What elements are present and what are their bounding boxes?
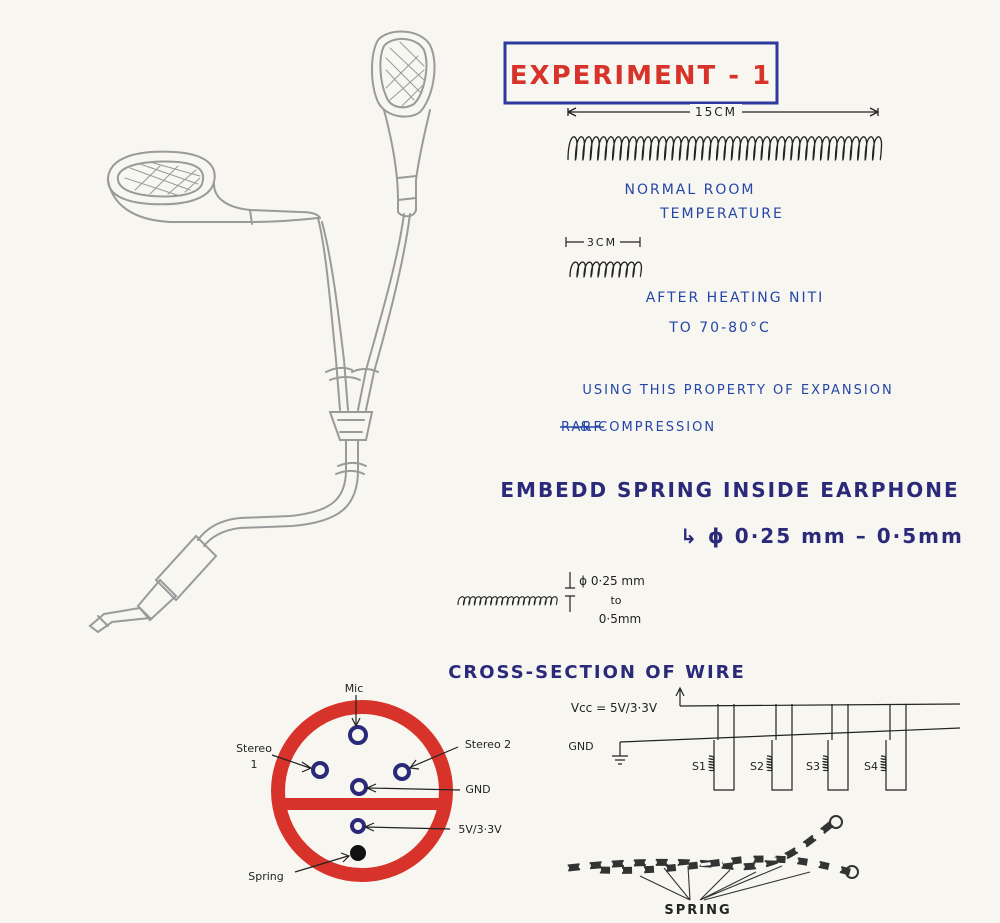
label-power: 5V/3·3V: [458, 823, 502, 836]
normal-temp-line1: Normal Room: [625, 182, 756, 198]
spring-length-label: 15cm: [695, 105, 737, 119]
label-stereo1-line2: 1: [251, 758, 258, 771]
right-earbud-icon: [371, 30, 436, 218]
diameter-note-line3: 0·5mm: [599, 612, 641, 626]
gnd-label: GND: [568, 740, 593, 753]
cross-section-heading: Cross-section of wire: [448, 662, 746, 683]
vcc-label: Vcc = 5V/3·3V: [571, 701, 658, 715]
wire-cross-section: Mic Stereo 1 Stereo 2 GND 5V/3·3V Spring: [236, 682, 511, 883]
spring-conductor: [350, 845, 366, 861]
label-stereo1-line1: Stereo: [236, 742, 272, 755]
earphone-sketch: [88, 30, 436, 634]
left-earbud-icon: [106, 150, 321, 225]
stretched-spring-diagram: 15cm: [567, 104, 883, 161]
switch-2: S2: [750, 704, 793, 791]
switch-3: S3: [806, 704, 849, 791]
thin-spring-coil: [457, 596, 558, 606]
diameter-note-line2: to: [610, 594, 621, 607]
stretched-spring-coil: [567, 136, 883, 161]
vcc-rail: [679, 703, 961, 707]
thin-spring-diagram: ϕ 0·25 mm to 0·5mm: [457, 572, 645, 626]
gnd-conductor: [350, 778, 368, 796]
embed-diameter: ↳ ϕ 0·25 mm – 0·5mm: [680, 524, 964, 548]
audio-jack-icon: [88, 534, 218, 634]
compressed-spring-diagram: 3cm: [565, 235, 643, 278]
after-heating-line1: After Heating NiTi: [646, 290, 825, 306]
power-conductor: [350, 818, 366, 834]
bottom-spring-label: Spring: [664, 903, 731, 918]
label-stereo2: Stereo 2: [465, 738, 511, 751]
switch-label: S4: [864, 760, 878, 773]
embed-heading: Embedd spring inside earphone: [500, 478, 959, 502]
mic-conductor: [348, 725, 368, 745]
diameter-note-line1: ϕ 0·25 mm: [579, 574, 645, 588]
page-title: Experiment - 1: [510, 61, 772, 91]
compressed-spring-coil: [569, 261, 643, 278]
title-box: Experiment - 1: [503, 41, 779, 105]
compressed-length-label: 3cm: [587, 236, 617, 249]
switch-4: S4: [864, 704, 907, 791]
spring-wire-illustration: Spring: [567, 815, 859, 918]
property-line2: & compression: [580, 420, 716, 435]
gnd-rail: [619, 727, 961, 743]
label-mic: Mic: [345, 682, 364, 695]
switch-label: S1: [692, 760, 706, 773]
label-gnd: GND: [465, 783, 490, 796]
sketch-canvas: Experiment - 1 15cm Normal Room Temperat…: [88, 30, 964, 918]
after-heating-line2: to 70-80°c: [668, 320, 770, 336]
stereo1-conductor: [311, 761, 329, 779]
switch-1: S1: [692, 704, 735, 791]
label-spring: Spring: [248, 870, 284, 883]
ground-symbol-icon: [612, 742, 628, 765]
switch-label: S2: [750, 760, 764, 773]
vcc-arrow-icon: [675, 686, 685, 706]
property-line1: Using this property of expansion: [582, 383, 893, 398]
stereo2-conductor: [393, 763, 411, 781]
normal-temp-line2: Temperature: [659, 206, 784, 222]
property-line2-group: rarf & compression: [560, 420, 716, 435]
switch-circuit: Vcc = 5V/3·3V GND S1 S2 S3 S4: [568, 686, 961, 791]
switch-label: S3: [806, 760, 820, 773]
